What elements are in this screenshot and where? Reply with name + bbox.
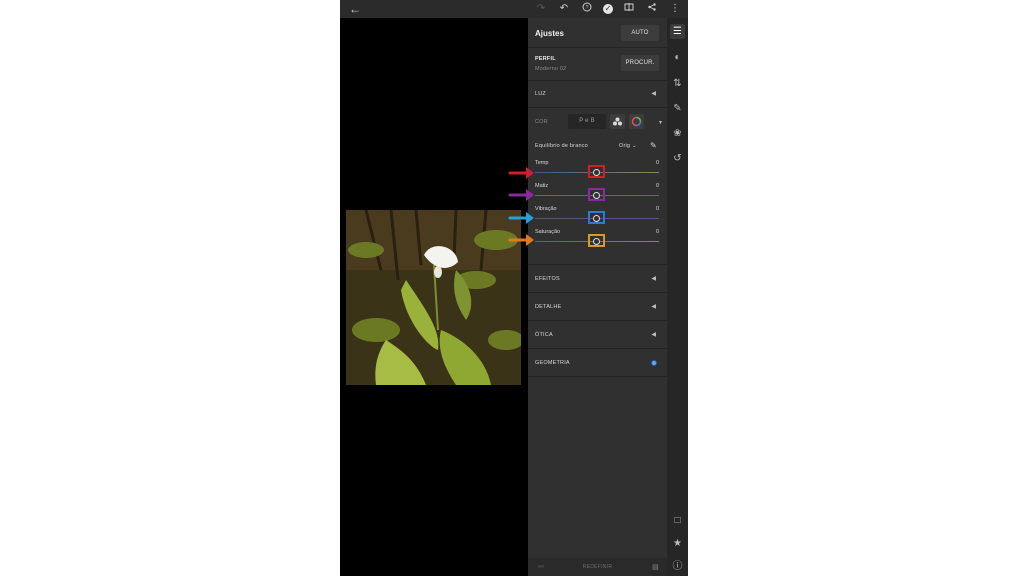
back-icon[interactable]: ← bbox=[348, 2, 362, 16]
white-balance-value: Orig bbox=[619, 143, 631, 149]
section-detalhe[interactable]: DETALHE bbox=[535, 304, 561, 310]
slider-value: 0 bbox=[655, 229, 659, 235]
panel-title: Ajustes bbox=[535, 29, 564, 38]
crop-icon[interactable]: ⇅ bbox=[670, 76, 685, 91]
divider bbox=[528, 47, 667, 48]
reset-button[interactable]: REDEFINIR bbox=[528, 564, 667, 570]
history-icon[interactable]: ↺ bbox=[670, 151, 685, 166]
slider-knob[interactable] bbox=[593, 238, 600, 245]
divider bbox=[528, 376, 667, 377]
info-icon[interactable]: ⓘ bbox=[670, 559, 685, 574]
chevron-left-icon[interactable]: ◀ bbox=[651, 275, 656, 282]
chevron-left-icon[interactable]: ◀ bbox=[651, 90, 656, 97]
panel-footer: ⚯ REDEFINIR ▤ bbox=[528, 558, 667, 576]
chevron-down-icon: ⌄ bbox=[631, 143, 637, 149]
comment-icon[interactable]: □ bbox=[670, 513, 685, 528]
color-grading-icon[interactable] bbox=[629, 114, 644, 129]
divider bbox=[528, 80, 667, 81]
adjustments-panel: Ajustes AUTO PERFIL Moderno 02 PROCUR. L… bbox=[528, 18, 667, 576]
white-balance-select[interactable]: Orig ⌄ bbox=[619, 143, 637, 149]
svg-text:?: ? bbox=[586, 5, 589, 11]
divider bbox=[528, 320, 667, 321]
slider-value: 0 bbox=[655, 183, 659, 189]
divider bbox=[528, 264, 667, 265]
slider-value: 0 bbox=[655, 160, 659, 166]
toolbar-actions: ↷ ↶ ? ✓ ⋮ bbox=[534, 0, 682, 18]
slider-value: 0 bbox=[655, 206, 659, 212]
photo-canvas[interactable] bbox=[346, 210, 521, 385]
section-cor[interactable]: COR bbox=[535, 119, 548, 125]
tool-rail: ☰ ◐ ⇅ ✎ ❀ ↺ □ ★ ⓘ bbox=[667, 18, 688, 576]
slider-knob[interactable] bbox=[593, 215, 600, 222]
premium-badge-icon bbox=[652, 361, 656, 365]
profile-value: Moderno 02 bbox=[535, 66, 567, 72]
arrow-icon bbox=[508, 167, 534, 246]
slider-knob[interactable] bbox=[593, 169, 600, 176]
section-otica[interactable]: ÓTICA bbox=[535, 332, 553, 338]
copy-settings-icon[interactable]: ▤ bbox=[652, 563, 659, 571]
compare-icon[interactable] bbox=[622, 2, 636, 16]
section-luz[interactable]: LUZ bbox=[535, 91, 546, 97]
share-icon[interactable] bbox=[645, 2, 659, 16]
undo-icon[interactable]: ↶ bbox=[557, 2, 571, 16]
slider-knob[interactable] bbox=[593, 192, 600, 199]
auto-button[interactable]: AUTO bbox=[621, 25, 659, 41]
color-mixer-icon[interactable] bbox=[610, 114, 625, 129]
presets-icon[interactable]: ❀ bbox=[670, 126, 685, 141]
healing-icon[interactable]: ✎ bbox=[670, 101, 685, 116]
slider-label: Saturação bbox=[535, 229, 561, 235]
divider bbox=[528, 292, 667, 293]
divider bbox=[528, 107, 667, 108]
app-window: ← ↷ ↶ ? ✓ ⋮ Ajustes AUTO PERFIL Moderno … bbox=[340, 0, 688, 576]
redo-icon[interactable]: ↷ bbox=[534, 2, 548, 16]
slider-label: Matiz bbox=[535, 183, 549, 189]
slider-label: Vibração bbox=[535, 206, 557, 212]
masking-icon[interactable]: ◐ bbox=[670, 50, 685, 65]
chevron-left-icon[interactable]: ◀ bbox=[651, 303, 656, 310]
star-icon[interactable]: ★ bbox=[670, 536, 685, 551]
done-icon[interactable]: ✓ bbox=[603, 4, 613, 14]
top-toolbar: ← ↷ ↶ ? ✓ ⋮ bbox=[340, 0, 688, 18]
more-icon[interactable]: ⋮ bbox=[668, 2, 682, 16]
eyedropper-icon[interactable]: ✎ bbox=[650, 141, 657, 150]
black-white-button[interactable]: P e B bbox=[568, 114, 606, 129]
white-balance-label: Equilíbrio de branco bbox=[535, 143, 588, 149]
divider bbox=[528, 348, 667, 349]
slider-label: Temp bbox=[535, 160, 549, 166]
adjust-icon[interactable]: ☰ bbox=[670, 24, 685, 39]
profile-label: PERFIL bbox=[535, 56, 556, 62]
help-icon[interactable]: ? bbox=[580, 2, 594, 16]
chevron-left-icon[interactable]: ◀ bbox=[651, 331, 656, 338]
section-geometria[interactable]: GEOMETRIA bbox=[535, 360, 570, 366]
annotation-arrows bbox=[508, 167, 534, 246]
browse-profile-button[interactable]: PROCUR. bbox=[621, 55, 659, 71]
chevron-down-icon[interactable]: ▾ bbox=[659, 119, 662, 126]
section-efeitos[interactable]: EFEITOS bbox=[535, 276, 560, 282]
